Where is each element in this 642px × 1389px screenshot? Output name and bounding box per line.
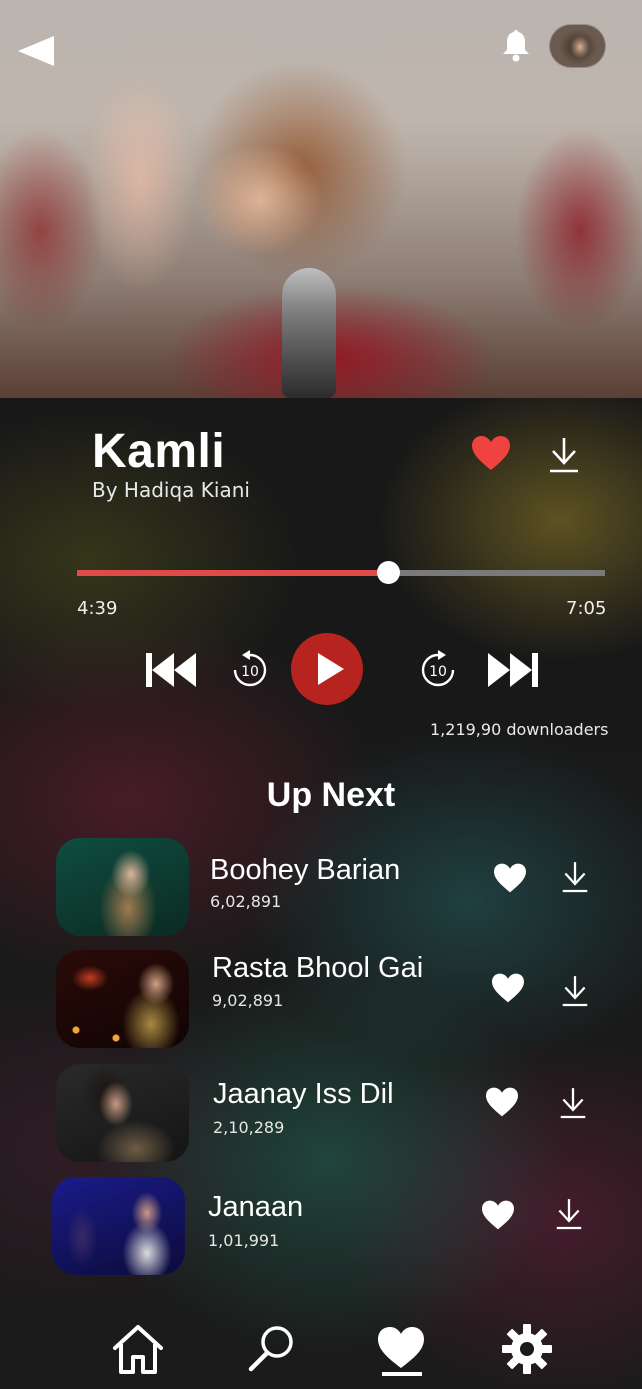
skip-previous-icon (146, 653, 196, 687)
song-artist: By Hadiqa Kiani (92, 478, 250, 502)
heart-icon (482, 1200, 514, 1230)
notifications-button[interactable] (500, 28, 532, 62)
download-icon (562, 976, 588, 1007)
download-icon (550, 438, 578, 473)
track-title: Boohey Barian (210, 854, 401, 886)
heart-icon (378, 1327, 424, 1368)
downloads-count: 1,219,90 downloaders (430, 720, 609, 739)
user-avatar[interactable] (549, 24, 606, 68)
music-player-screen: Kamli By Hadiqa Kiani 4:39 7:05 10 10 1,… (0, 0, 642, 1389)
home-icon (113, 1325, 163, 1374)
download-icon (560, 1088, 586, 1119)
play-button[interactable] (291, 633, 363, 705)
up-next-item[interactable]: Boohey Barian 6,02,891 (0, 838, 642, 938)
track-like-button[interactable] (480, 1199, 516, 1231)
back-arrow-icon (18, 36, 54, 66)
track-title: Rasta Bhool Gai (212, 952, 424, 984)
album-artwork-photo (0, 0, 642, 398)
track-like-button[interactable] (492, 862, 528, 894)
elapsed-time: 4:39 (77, 598, 118, 619)
nav-search[interactable] (245, 1322, 299, 1376)
track-download-button[interactable] (561, 860, 589, 894)
gear-icon (502, 1324, 552, 1374)
forward-seconds-label: 10 (429, 664, 447, 680)
up-next-heading: Up Next (266, 776, 396, 814)
track-download-button[interactable] (555, 1197, 583, 1231)
playback-progress-slider[interactable] (77, 561, 605, 584)
track-play-count: 6,02,891 (210, 892, 282, 911)
nav-home[interactable] (111, 1322, 165, 1376)
next-track-button[interactable] (484, 650, 540, 690)
rewind-10-button[interactable]: 10 (228, 648, 272, 692)
track-play-count: 2,10,289 (213, 1118, 285, 1137)
total-duration: 7:05 (566, 598, 607, 619)
track-download-button[interactable] (561, 974, 589, 1008)
track-title: Jaanay Iss Dil (213, 1078, 394, 1110)
search-icon (248, 1326, 293, 1372)
track-like-button[interactable] (484, 1086, 520, 1118)
track-thumbnail (52, 1177, 185, 1275)
up-next-item[interactable]: Janaan 1,01,991 (0, 1177, 642, 1277)
active-tab-indicator (382, 1372, 422, 1376)
song-title: Kamli (92, 425, 226, 478)
download-icon (562, 862, 588, 893)
track-title: Janaan (208, 1191, 304, 1223)
nav-settings[interactable] (500, 1322, 554, 1376)
rewind-seconds-label: 10 (241, 664, 259, 680)
nav-favorites[interactable] (374, 1322, 428, 1376)
up-next-item[interactable]: Rasta Bhool Gai 9,02,891 (0, 950, 642, 1050)
track-thumbnail (56, 950, 189, 1048)
heart-icon (472, 436, 510, 470)
track-download-button[interactable] (559, 1086, 587, 1120)
play-icon (318, 653, 344, 685)
track-thumbnail (56, 838, 189, 936)
artwork-shade (0, 0, 642, 398)
download-icon (556, 1199, 582, 1230)
progress-fill (77, 570, 388, 576)
replay-10-icon: 10 (233, 650, 267, 687)
skip-next-icon (488, 653, 538, 687)
heart-icon (494, 863, 526, 893)
track-like-button[interactable] (490, 972, 526, 1004)
like-song-button[interactable] (470, 434, 512, 472)
back-button[interactable] (18, 34, 56, 68)
heart-icon (492, 973, 524, 1003)
heart-icon (486, 1087, 518, 1117)
track-play-count: 1,01,991 (208, 1231, 280, 1250)
track-thumbnail (56, 1064, 189, 1162)
download-song-button[interactable] (548, 436, 580, 474)
bell-icon (503, 30, 529, 62)
track-play-count: 9,02,891 (212, 991, 284, 1010)
forward-10-button[interactable]: 10 (416, 648, 460, 692)
progress-handle[interactable] (376, 561, 400, 584)
previous-track-button[interactable] (144, 650, 200, 690)
forward-10-icon: 10 (421, 650, 455, 687)
up-next-item[interactable]: Jaanay Iss Dil 2,10,289 (0, 1064, 642, 1164)
